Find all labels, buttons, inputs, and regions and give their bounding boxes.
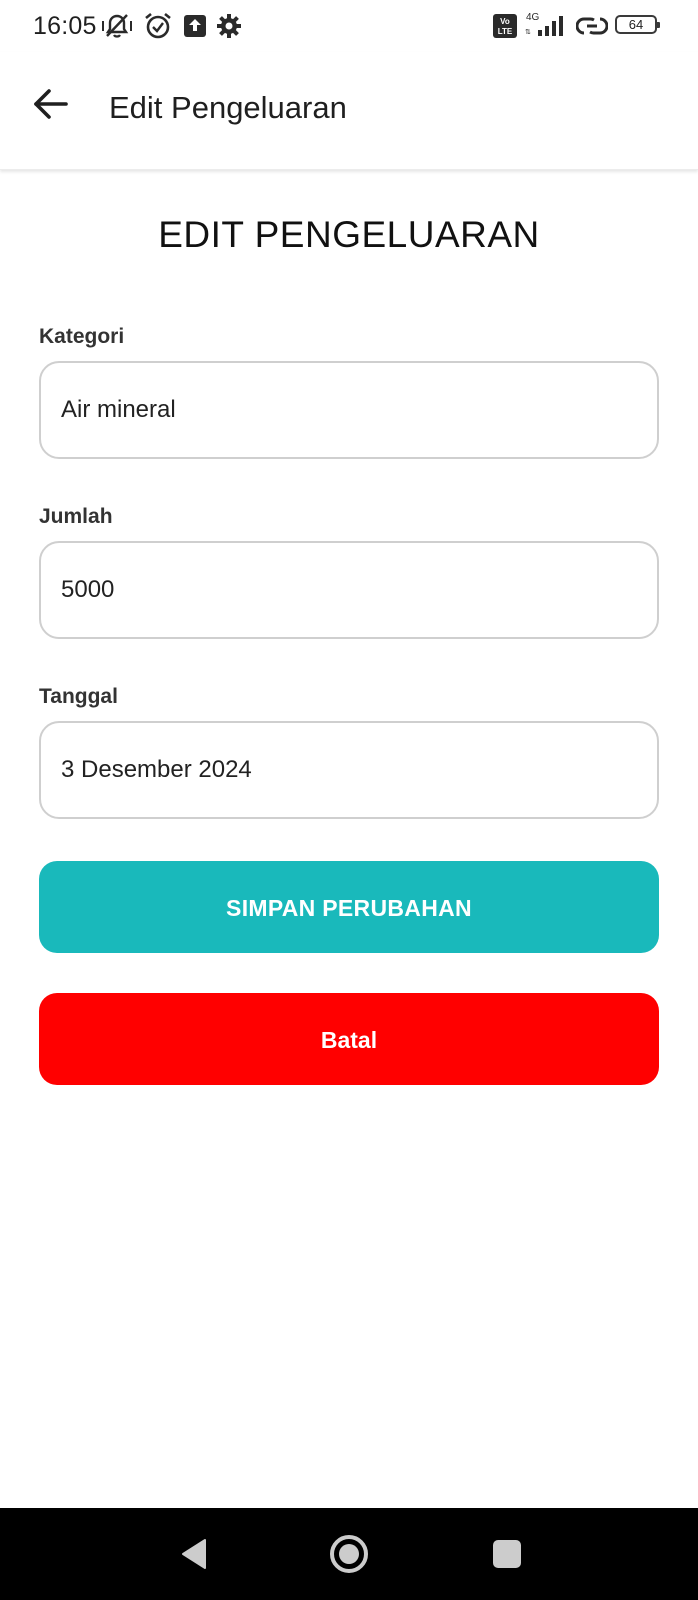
alarm-icon (143, 11, 173, 46)
tanggal-field (39, 721, 659, 819)
upload-icon (183, 14, 207, 43)
mute-vibrate-icon (101, 11, 133, 46)
svg-text:LTE: LTE (498, 27, 513, 36)
kategori-label: Kategori (39, 325, 125, 348)
tanggal-label: Tanggal (39, 685, 118, 708)
settings-icon (216, 13, 242, 44)
jumlah-input[interactable] (61, 543, 631, 637)
volte-icon: Vo LTE (493, 14, 517, 43)
app-bar-title: Edit Pengeluaran (109, 90, 347, 125)
battery-icon: 64 (615, 15, 660, 34)
svg-text:⇅: ⇅ (525, 29, 531, 36)
recents-square-icon (493, 1540, 521, 1568)
save-changes-button[interactable]: SIMPAN PERUBAHAN (39, 861, 659, 953)
jumlah-field (39, 541, 659, 639)
arrow-left-icon (34, 89, 68, 119)
cancel-button[interactable]: Batal (39, 993, 659, 1085)
back-button[interactable] (28, 82, 72, 126)
tanggal-input[interactable] (61, 723, 631, 817)
app-bar: Edit Pengeluaran (0, 52, 698, 170)
system-nav-bar (0, 1508, 698, 1600)
jumlah-label: Jumlah (39, 505, 113, 528)
nav-back-button[interactable] (169, 1528, 221, 1580)
home-circle-icon (330, 1535, 368, 1573)
status-bar: 16:05 Vo LTE 4G ⇅ 64 (0, 0, 698, 52)
network-type-label: 4G (526, 12, 540, 23)
status-time: 16:05 (33, 12, 97, 40)
page-title: EDIT PENGELUARAN (158, 214, 540, 255)
nav-home-button[interactable] (323, 1528, 375, 1580)
signal-icon: 4G ⇅ (522, 10, 570, 43)
svg-text:Vo: Vo (500, 17, 510, 26)
kategori-field (39, 361, 659, 459)
nav-recents-button[interactable] (481, 1528, 533, 1580)
hotspot-icon (575, 13, 609, 44)
kategori-input[interactable] (61, 363, 631, 457)
back-triangle-icon (182, 1539, 206, 1569)
